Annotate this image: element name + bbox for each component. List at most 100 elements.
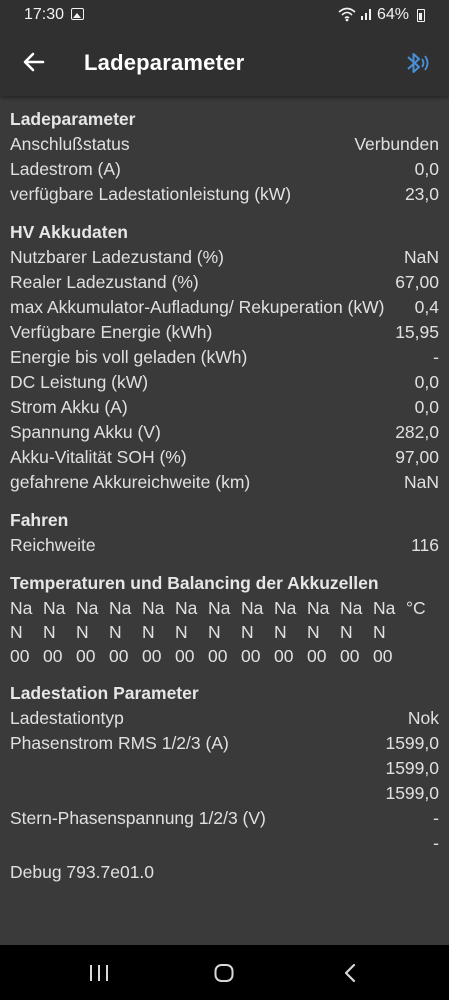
param-label: Anschlußstatus [10, 134, 130, 154]
param-row: Nutzbarer Ladezustand (%) NaN [10, 245, 439, 270]
debug-row: Debug 793.7e01.0 [10, 860, 439, 885]
param-label: Realer Ladezustand (%) [10, 272, 199, 292]
battery-icon [417, 9, 425, 22]
param-row: Phasenstrom RMS 1/2/3 (A) 1599,0 [10, 731, 439, 756]
wifi-icon [338, 7, 356, 22]
param-value: - [433, 808, 439, 828]
param-value: NaN [403, 247, 439, 267]
param-label [10, 781, 385, 806]
page-title: Ladeparameter [84, 50, 245, 75]
param-label: Spannung Akku (V) [10, 422, 161, 442]
param-row: Spannung Akku (V) 282,0 [10, 420, 439, 445]
cell-value: Na N 00 [208, 598, 231, 666]
battery-percent: 64% [377, 6, 410, 23]
param-row: Akku-Vitalität SOH (%) 97,00 [10, 445, 439, 470]
arrow-left-icon[interactable] [20, 48, 48, 76]
cell-value: Na N 00 [307, 598, 330, 666]
param-label: Ladestationtyp [10, 708, 124, 728]
status-time: 17:30 [24, 6, 65, 23]
cell-value: Na N 00 [109, 598, 132, 666]
param-row: DC Leistung (kW) 0,0 [10, 370, 439, 395]
section-temperaturen: Temperaturen und Balancing der Akkuzelle… [10, 570, 439, 668]
section-title: Ladestation Parameter [10, 683, 199, 703]
section-title: Ladeparameter [10, 109, 136, 129]
app-bar: Ladeparameter [0, 30, 449, 96]
param-value: 1599,0 [385, 758, 439, 778]
param-value: - [433, 347, 439, 367]
param-label: gefahrene Akkureichweite (km) [10, 472, 251, 492]
param-row: gefahrene Akkureichweite (km) NaN [10, 470, 439, 495]
param-value: 0,4 [414, 297, 439, 317]
param-value: 0,0 [414, 372, 439, 392]
param-row: Reichweite 116 [10, 533, 439, 558]
param-value: 282,0 [395, 422, 439, 442]
cell-value: Na N 00 [142, 598, 165, 666]
section-ladeparameter: Ladeparameter Anschlußstatus Verbunden La… [10, 106, 439, 207]
param-label: Verfügbare Energie (kWh) [10, 322, 213, 342]
debug-text: Debug 793.7e01.0 [10, 862, 155, 882]
param-label [10, 756, 385, 781]
param-row: Anschlußstatus Verbunden [10, 132, 439, 157]
param-label [10, 831, 433, 856]
signal-icon [361, 9, 371, 20]
param-label: Phasenstrom RMS 1/2/3 (A) [10, 733, 229, 753]
param-row: 1599,0 [10, 756, 439, 781]
gallery-icon [71, 8, 84, 20]
content-panel[interactable]: Ladeparameter Anschlußstatus Verbunden La… [0, 96, 449, 945]
section-ladestation: Ladestation Parameter Ladestationtyp Nok … [10, 680, 439, 885]
section-title: Temperaturen und Balancing der Akkuzelle… [10, 573, 379, 593]
param-value: Verbunden [354, 134, 439, 154]
param-value: 15,95 [395, 322, 439, 342]
section-fahren: Fahren Reichweite 116 [10, 507, 439, 558]
status-bar: 17:30 64% [0, 0, 449, 30]
param-label: Energie bis voll geladen (kWh) [10, 347, 248, 367]
cell-value: Na N 00 [340, 598, 363, 666]
cell-value: Na N 00 [175, 598, 198, 666]
param-value: 1599,0 [385, 733, 439, 753]
bluetooth-connected-icon[interactable] [400, 48, 430, 78]
home-icon[interactable] [213, 962, 235, 984]
param-value: - [433, 833, 439, 853]
param-label: DC Leistung (kW) [10, 372, 149, 392]
back-icon[interactable] [340, 962, 362, 984]
param-row: Realer Ladezustand (%) 67,00 [10, 270, 439, 295]
section-title: Fahren [10, 510, 69, 530]
param-value: 0,0 [414, 397, 439, 417]
param-label: max Akkumulator-Aufladung/ Rekuperation … [10, 297, 385, 317]
param-row: max Akkumulator-Aufladung/ Rekuperation … [10, 295, 439, 320]
section-title: HV Akkudaten [10, 222, 128, 242]
param-row: Stern-Phasenspannung 1/2/3 (V) - [10, 806, 439, 831]
cell-value: Na N 00 [76, 598, 99, 666]
param-value: 67,00 [395, 272, 439, 292]
param-label: Akku-Vitalität SOH (%) [10, 447, 187, 467]
param-value: 0,0 [414, 159, 439, 179]
cell-value: Na N 00 [274, 598, 297, 666]
section-hv-akkudaten: HV Akkudaten Nutzbarer Ladezustand (%) Na… [10, 219, 439, 495]
param-value: NaN [403, 472, 439, 492]
param-row: Ladestationtyp Nok [10, 706, 439, 731]
param-value: 97,00 [395, 447, 439, 467]
param-label: Nutzbarer Ladezustand (%) [10, 247, 224, 267]
param-row: Verfügbare Energie (kWh) 15,95 [10, 320, 439, 345]
param-row: 1599,0 [10, 781, 439, 806]
param-value: 116 [411, 535, 439, 555]
cell-value: Na N 00 [241, 598, 264, 666]
cell-grid: Na N 00 Na N 00 Na N 00 Na N 00 Na N 00 … [10, 596, 439, 668]
param-label: Stern-Phasenspannung 1/2/3 (V) [10, 808, 266, 828]
param-row: verfügbare Ladestationleistung (kW) 23,0 [10, 182, 439, 207]
param-label: Strom Akku (A) [10, 397, 128, 417]
cell-value: Na N 00 [373, 598, 396, 666]
param-value: 1599,0 [385, 783, 439, 803]
param-label: Reichweite [10, 535, 96, 555]
navigation-bar [0, 945, 449, 1000]
recents-icon[interactable] [88, 962, 110, 984]
param-row: Energie bis voll geladen (kWh) - [10, 345, 439, 370]
param-value: Nok [407, 708, 439, 728]
param-row: - [10, 831, 439, 856]
cell-value: Na N 00 [10, 598, 33, 666]
temperature-unit: °C [406, 598, 426, 618]
cell-value: Na N 00 [43, 598, 66, 666]
param-value: 23,0 [404, 184, 439, 204]
param-label: verfügbare Ladestationleistung (kW) [10, 184, 292, 204]
param-row: Strom Akku (A) 0,0 [10, 395, 439, 420]
